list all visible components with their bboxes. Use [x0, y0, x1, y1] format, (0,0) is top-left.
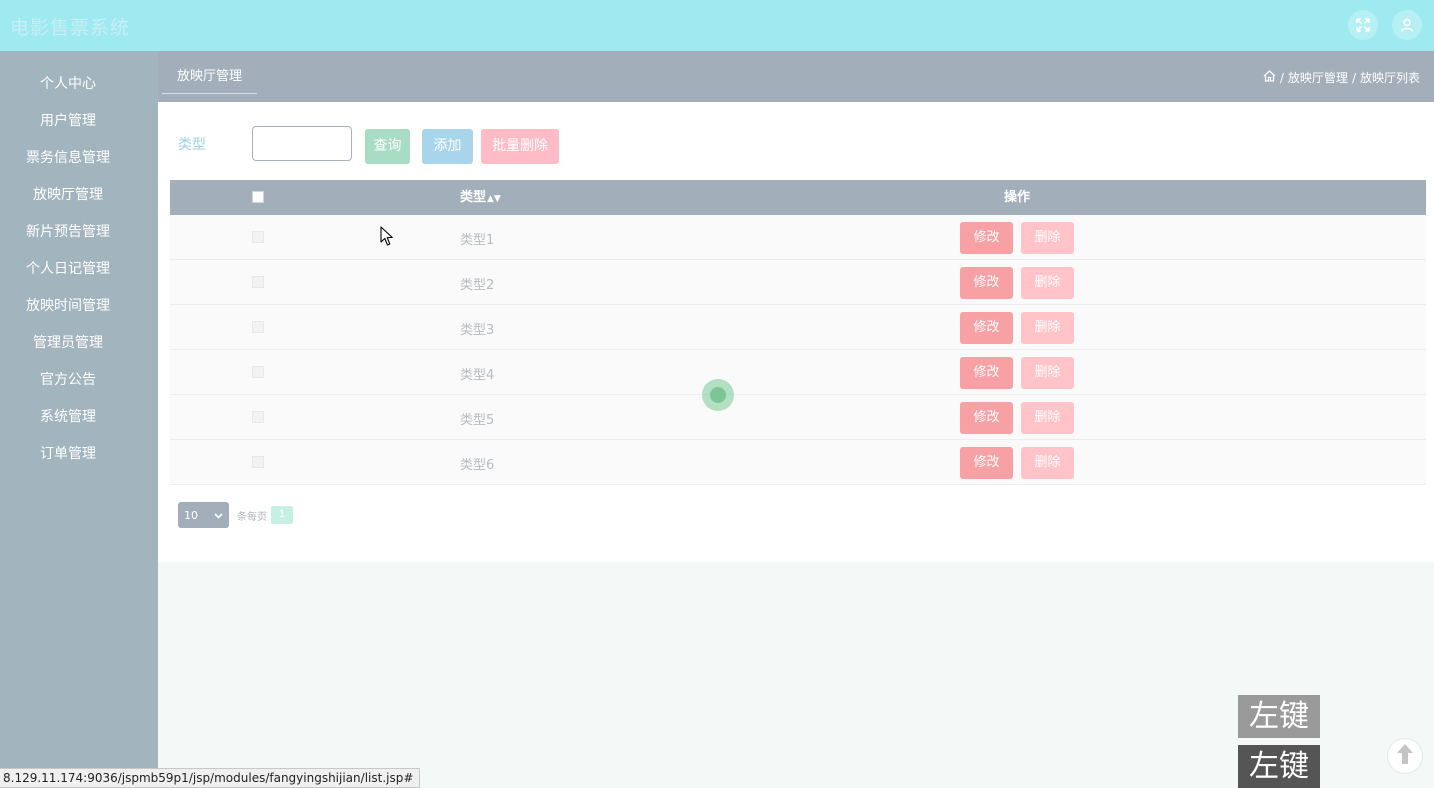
- delete-button[interactable]: 删除: [1021, 312, 1074, 344]
- pagination: 10 条每页 1: [178, 502, 293, 528]
- edit-button[interactable]: 修改: [960, 267, 1013, 299]
- type-cell: 类型1: [460, 233, 495, 248]
- row-checkbox[interactable]: [252, 276, 264, 288]
- edit-button[interactable]: 修改: [960, 357, 1013, 389]
- breadcrumb-separator: /: [1279, 70, 1284, 85]
- sidebar: 个人中心 用户管理 票务信息管理 放映厅管理 新片预告管理 个人日记管理 放映时…: [0, 51, 158, 788]
- per-page-label: 条每页: [237, 511, 267, 523]
- chevron-down-icon: [214, 509, 223, 522]
- row-checkbox[interactable]: [252, 366, 264, 378]
- edit-button[interactable]: 修改: [960, 447, 1013, 479]
- search-type-input[interactable]: [252, 126, 352, 161]
- sidebar-item-new-release-preview[interactable]: 新片预告管理: [0, 214, 136, 250]
- table-row: 类型6 修改 删除: [170, 440, 1426, 485]
- delete-button[interactable]: 删除: [1021, 402, 1074, 434]
- table-row: 类型5 修改 删除: [170, 395, 1426, 440]
- table-header: 类型▲▼ 操作: [170, 180, 1426, 215]
- sidebar-item-announcements[interactable]: 官方公告: [0, 362, 136, 398]
- row-checkbox[interactable]: [252, 411, 264, 423]
- select-all-checkbox[interactable]: [252, 191, 264, 203]
- column-header-type[interactable]: 类型▲▼: [460, 180, 501, 215]
- row-checkbox[interactable]: [252, 456, 264, 468]
- sidebar-item-hall-management[interactable]: 放映厅管理: [0, 177, 136, 213]
- table-row: 类型3 修改 删除: [170, 305, 1426, 350]
- sidebar-item-personal-center[interactable]: 个人中心: [0, 66, 136, 102]
- sidebar-item-user-management[interactable]: 用户管理: [0, 103, 136, 139]
- type-cell: 类型4: [460, 368, 495, 383]
- row-checkbox[interactable]: [252, 231, 264, 243]
- sidebar-item-system-management[interactable]: 系统管理: [0, 399, 136, 435]
- edit-button[interactable]: 修改: [960, 222, 1013, 254]
- key-hint-bottom: 左键: [1238, 745, 1320, 788]
- delete-button[interactable]: 删除: [1021, 222, 1074, 254]
- edit-button[interactable]: 修改: [960, 402, 1013, 434]
- sort-icon[interactable]: ▲▼: [487, 194, 501, 204]
- add-button[interactable]: 添加: [422, 129, 473, 164]
- home-icon[interactable]: [1263, 70, 1276, 85]
- page-size-select[interactable]: 10: [178, 502, 229, 528]
- table-row: 类型1 修改 删除: [170, 215, 1426, 260]
- user-icon[interactable]: [1392, 10, 1422, 40]
- content-panel: 类型 查询 添加 批量删除 类型▲▼ 操作 类型1 修改 删除 类型2 修改 删…: [158, 102, 1434, 562]
- click-indicator: [702, 379, 734, 411]
- breadcrumb-item-hall-management[interactable]: 放映厅管理: [1288, 69, 1348, 86]
- top-bar: 电影售票系统: [0, 0, 1434, 51]
- sidebar-item-personal-diary[interactable]: 个人日记管理: [0, 251, 136, 287]
- back-to-top-button[interactable]: [1387, 738, 1423, 774]
- edit-button[interactable]: 修改: [960, 312, 1013, 344]
- breadcrumb: / 放映厅管理 / 放映厅列表: [1263, 69, 1420, 86]
- breadcrumb-item-hall-list: 放映厅列表: [1359, 71, 1420, 85]
- query-button[interactable]: 查询: [365, 129, 410, 164]
- delete-button[interactable]: 删除: [1021, 447, 1074, 479]
- browser-status-url: 8.129.11.174:9036/jspmb59p1/jsp/modules/…: [0, 768, 421, 788]
- breadcrumb-bar: 放映厅管理 / 放映厅管理 / 放映厅列表: [158, 51, 1434, 102]
- table-row: 类型4 修改 删除: [170, 350, 1426, 395]
- key-hint-top: 左键: [1238, 695, 1320, 738]
- arrow-up-icon: [1396, 743, 1414, 769]
- sidebar-item-admin-management[interactable]: 管理员管理: [0, 325, 136, 361]
- fullscreen-icon[interactable]: [1348, 10, 1378, 40]
- type-cell: 类型3: [460, 323, 495, 338]
- row-checkbox[interactable]: [252, 321, 264, 333]
- search-type-label: 类型: [178, 137, 206, 153]
- page-title: 放映厅管理: [162, 59, 257, 94]
- table-row: 类型2 修改 删除: [170, 260, 1426, 305]
- sidebar-item-ticket-info[interactable]: 票务信息管理: [0, 140, 136, 176]
- column-header-actions: 操作: [1004, 190, 1031, 205]
- page-number-button[interactable]: 1: [271, 506, 293, 524]
- delete-button[interactable]: 删除: [1021, 267, 1074, 299]
- type-cell: 类型2: [460, 278, 495, 293]
- type-cell: 类型5: [460, 413, 495, 428]
- type-cell: 类型6: [460, 458, 495, 473]
- sidebar-item-order-management[interactable]: 订单管理: [0, 436, 136, 472]
- delete-button[interactable]: 删除: [1021, 357, 1074, 389]
- batch-delete-button[interactable]: 批量删除: [481, 129, 559, 164]
- sidebar-item-showtime-management[interactable]: 放映时间管理: [0, 288, 136, 324]
- app-title: 电影售票系统: [10, 17, 131, 39]
- breadcrumb-separator: /: [1351, 70, 1356, 85]
- mouse-cursor-icon: [380, 226, 394, 251]
